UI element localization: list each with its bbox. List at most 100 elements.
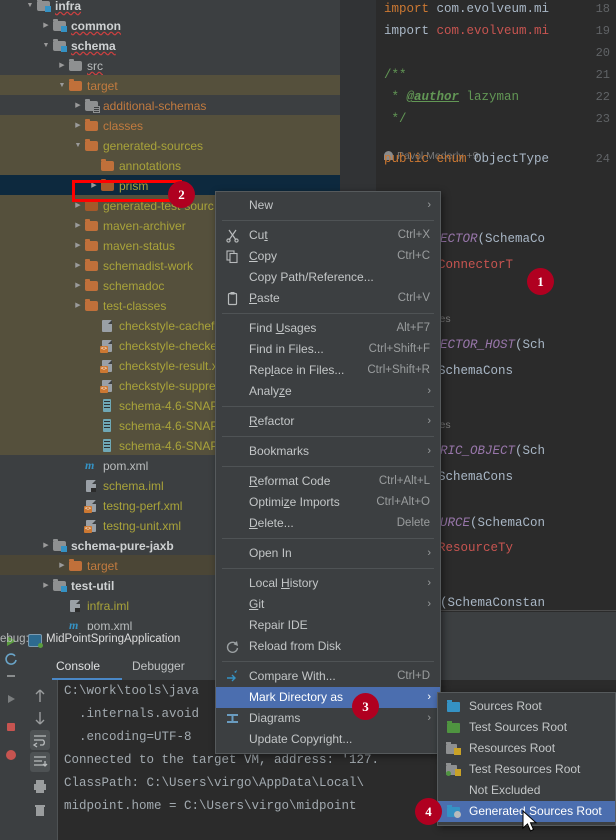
code-line: ResourceTy <box>438 541 513 555</box>
chevron-right-icon[interactable]: ▶ <box>40 536 52 556</box>
menu-item-bookmarks[interactable]: Bookmarks› <box>216 441 440 462</box>
xml-file-icon: <> <box>100 339 115 352</box>
menu-item-mark-directory-as[interactable]: Mark Directory as› <box>216 687 440 708</box>
rerun-debug-icon[interactable] <box>4 652 18 666</box>
line-number: 19 <box>596 24 610 38</box>
chevron-down-icon[interactable]: ▼ <box>56 76 68 96</box>
scroll-to-end-icon[interactable] <box>30 752 50 772</box>
excluded-folder-icon <box>84 119 99 132</box>
xml-file-icon: <> <box>100 379 115 392</box>
submenu-item-sources-root[interactable]: Sources Root <box>438 696 615 717</box>
console-line: C:\work\tools\java <box>64 684 199 698</box>
trash-icon[interactable] <box>30 800 50 820</box>
menu-item-open-in[interactable]: Open In› <box>216 543 440 564</box>
chevron-down-icon[interactable]: ▼ <box>72 136 84 156</box>
context-menu[interactable]: New› CutCtrl+XCopyCtrl+CCopy Path/Referen… <box>215 191 441 754</box>
code-line: SchemaCons <box>438 470 513 484</box>
menu-item-label: Refactor <box>249 414 294 428</box>
console-gutter-toolbar[interactable] <box>22 680 58 840</box>
print-icon[interactable] <box>30 776 50 796</box>
pause-icon[interactable] <box>4 672 18 686</box>
chevron-right-icon[interactable]: ▶ <box>72 236 84 256</box>
menu-item-find-in-files[interactable]: Find in Files...Ctrl+Shift+F <box>216 339 440 360</box>
menu-item-repair-ide[interactable]: Repair IDE <box>216 615 440 636</box>
code-line: /** <box>384 68 407 82</box>
up-arrow-icon[interactable] <box>30 686 50 706</box>
tree-item-schema[interactable]: ▼schema <box>0 35 340 55</box>
tree-item-additional-schemas[interactable]: ▶additional-schemas <box>0 95 340 115</box>
menu-shortcut: Ctrl+Shift+F <box>369 339 430 360</box>
debug-label: ebug: <box>0 633 29 645</box>
menu-item-refactor[interactable]: Refactor› <box>216 411 440 432</box>
diagram-icon <box>225 711 240 726</box>
tree-item-annotations[interactable]: annotations <box>0 155 340 175</box>
submenu-item-label: Test Sources Root <box>469 720 567 734</box>
tree-item-label: checkstyle-checker.x <box>119 339 230 353</box>
menu-item-git[interactable]: Git› <box>216 594 440 615</box>
menu-item-find-usages[interactable]: Find UsagesAlt+F7 <box>216 318 440 339</box>
menu-item-label: Optimize Imports <box>249 495 340 509</box>
tree-item-common[interactable]: ▶common <box>0 15 340 35</box>
chevron-right-icon[interactable]: ▶ <box>72 296 84 316</box>
menu-item-compare-with[interactable]: Compare With...Ctrl+D <box>216 666 440 687</box>
chevron-right-icon[interactable]: ▶ <box>72 276 84 296</box>
menu-item-label: Update Copyright... <box>249 732 352 746</box>
chevron-right-icon[interactable]: ▶ <box>40 576 52 596</box>
chevron-right-icon[interactable]: ▶ <box>56 556 68 576</box>
resume-icon[interactable] <box>4 692 18 706</box>
menu-item-new[interactable]: New› <box>216 195 440 216</box>
chevron-right-icon[interactable]: ▶ <box>56 56 68 76</box>
menu-item-local-history[interactable]: Local History› <box>216 573 440 594</box>
line-number: 23 <box>596 112 610 126</box>
run-configuration-name[interactable]: MidPointSpringApplication <box>46 633 180 645</box>
menu-item-reload-from-disk[interactable]: Reload from Disk <box>216 636 440 657</box>
menu-item-analyze[interactable]: Analyze› <box>216 381 440 402</box>
tree-item-label: schema-pure-jaxb <box>71 539 174 553</box>
submenu-item-not-excluded[interactable]: Not Excluded <box>438 780 615 801</box>
submenu-item-test-sources-root[interactable]: Test Sources Root <box>438 717 615 738</box>
menu-item-copy-path-reference[interactable]: Copy Path/Reference... <box>216 267 440 288</box>
folder-test-resources-icon <box>446 763 461 776</box>
chevron-right-icon[interactable]: ▶ <box>72 116 84 136</box>
mark-directory-as-submenu[interactable]: Sources Root Test Sources Root Resources R… <box>437 692 616 826</box>
menu-shortcut: Ctrl+V <box>398 288 430 309</box>
tree-item-label: testng-perf.xml <box>103 499 182 513</box>
tree-item-target[interactable]: ▼target <box>0 75 340 95</box>
soft-wrap-icon[interactable] <box>30 730 50 750</box>
menu-item-replace-in-files[interactable]: Replace in Files...Ctrl+Shift+R <box>216 360 440 381</box>
annotation-badge-2: 2 <box>168 181 195 208</box>
chevron-down-icon[interactable]: ▼ <box>40 36 52 56</box>
chevron-right-icon[interactable]: ▶ <box>72 256 84 276</box>
text-file-icon <box>100 319 115 332</box>
menu-separator <box>222 406 434 407</box>
stop-icon[interactable] <box>4 720 18 734</box>
down-arrow-icon[interactable] <box>30 708 50 728</box>
menu-item-delete[interactable]: Delete...Delete <box>216 513 440 534</box>
menu-item-label: New <box>249 198 273 212</box>
mute-breakpoints-icon[interactable] <box>4 748 18 762</box>
submenu-item-test-resources-root[interactable]: Test Resources Root <box>438 759 615 780</box>
menu-item-cut[interactable]: CutCtrl+X <box>216 225 440 246</box>
maven-pom-icon: m <box>84 459 99 472</box>
menu-item-update-copyright[interactable]: Update Copyright... <box>216 729 440 750</box>
tab-debugger[interactable]: Debugger <box>132 652 185 680</box>
menu-shortcut: Ctrl+C <box>397 246 430 267</box>
menu-item-copy[interactable]: CopyCtrl+C <box>216 246 440 267</box>
menu-shortcut: Ctrl+D <box>397 666 430 687</box>
tree-item-classes[interactable]: ▶classes <box>0 115 340 135</box>
chevron-right-icon[interactable]: ▶ <box>72 96 84 116</box>
tree-item-src[interactable]: ▶src <box>0 55 340 75</box>
tab-console[interactable]: Console <box>56 652 100 680</box>
menu-item-paste[interactable]: PasteCtrl+V <box>216 288 440 309</box>
chevron-right-icon[interactable]: ▶ <box>40 16 52 36</box>
chevron-down-icon[interactable]: ▼ <box>24 0 36 16</box>
menu-item-reformat-code[interactable]: Reformat CodeCtrl+Alt+L <box>216 471 440 492</box>
menu-item-optimize-imports[interactable]: Optimize ImportsCtrl+Alt+O <box>216 492 440 513</box>
excluded-folder-icon <box>68 79 83 92</box>
submenu-item-resources-root[interactable]: Resources Root <box>438 738 615 759</box>
menu-item-diagrams[interactable]: Diagrams› <box>216 708 440 729</box>
tree-item-infra[interactable]: ▼infra <box>0 0 340 15</box>
tree-item-generated-sources[interactable]: ▼generated-sources <box>0 135 340 155</box>
chevron-right-icon[interactable]: ▶ <box>72 216 84 236</box>
run-toolbar-left[interactable] <box>0 630 22 840</box>
